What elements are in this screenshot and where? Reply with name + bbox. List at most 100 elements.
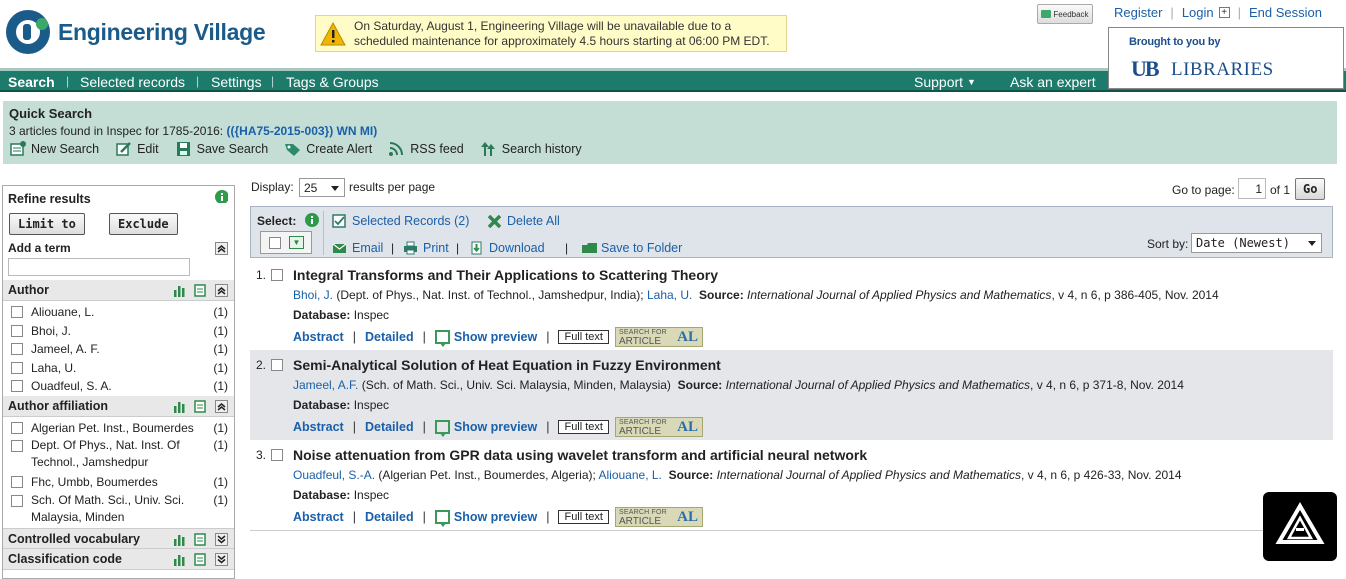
affiliation-facet-item[interactable]: Sch. Of Math. Sci., Univ. Sci. Malaysia, … xyxy=(3,492,234,528)
result-title[interactable]: Semi-Analytical Solution of Heat Equatio… xyxy=(293,357,721,373)
detailed-link[interactable]: Detailed xyxy=(365,330,414,344)
abstract-link[interactable]: Abstract xyxy=(293,330,344,344)
info-icon[interactable] xyxy=(305,213,319,227)
select-all-dropdown[interactable]: ▼ xyxy=(260,231,312,254)
result-checkbox[interactable] xyxy=(271,359,283,371)
feedback-button[interactable]: Feedback xyxy=(1037,4,1093,24)
facet-checkbox[interactable] xyxy=(11,494,23,507)
author-link[interactable]: Bhoi, J. xyxy=(293,288,333,302)
add-term-input[interactable] xyxy=(8,258,190,276)
export-icon[interactable] xyxy=(194,552,207,566)
email-link[interactable]: Email xyxy=(332,241,383,255)
full-text-button[interactable]: Full text xyxy=(558,510,609,524)
facet-checkbox[interactable] xyxy=(11,324,23,337)
facet-checkbox[interactable] xyxy=(11,306,23,318)
export-icon[interactable] xyxy=(194,399,207,413)
export-icon[interactable] xyxy=(194,532,207,546)
detailed-link[interactable]: Detailed xyxy=(365,510,414,524)
chevron-down-icon[interactable]: ▼ xyxy=(289,236,304,249)
new-search-button[interactable]: New Search xyxy=(9,141,99,157)
author-facet-item[interactable]: Jameel, A. F. (1) xyxy=(3,340,234,359)
collapse-icon[interactable] xyxy=(215,242,228,255)
search-history-button[interactable]: Search history xyxy=(480,141,582,157)
login-expand-icon[interactable]: + xyxy=(1218,7,1230,18)
logo[interactable]: Engineering Village xyxy=(6,10,266,54)
show-preview-link[interactable]: Show preview xyxy=(454,510,537,524)
bar-chart-icon[interactable] xyxy=(173,284,186,297)
expand-icon[interactable] xyxy=(215,532,228,546)
full-text-button[interactable]: Full text xyxy=(558,330,609,344)
result-title[interactable]: Noise attenuation from GPR data using wa… xyxy=(293,447,867,463)
page-number-input[interactable]: 1 xyxy=(1238,178,1266,199)
affiliation-facet-item[interactable]: Fhc, Umbb, Boumerdes (1) xyxy=(3,473,234,492)
select-all-checkbox[interactable] xyxy=(269,237,281,249)
author-facet-item[interactable]: Bhoi, J. (1) xyxy=(3,322,234,341)
author-link[interactable]: Laha, U. xyxy=(647,288,692,302)
login-link[interactable]: Login xyxy=(1182,5,1214,20)
institution-branding[interactable]: Brought to you by UB LIBRARIES xyxy=(1108,27,1344,89)
edit-search-button[interactable]: Edit xyxy=(115,141,159,157)
facet-checkbox[interactable] xyxy=(11,421,23,434)
nav-settings[interactable]: Settings xyxy=(211,74,262,90)
show-preview-link[interactable]: Show preview xyxy=(454,420,537,434)
download-link[interactable]: Download xyxy=(469,241,545,255)
collapse-icon[interactable] xyxy=(215,399,228,413)
bar-chart-icon[interactable] xyxy=(173,400,186,413)
limit-to-button[interactable]: Limit to xyxy=(9,213,85,235)
result-citation: Bhoi, J. (Dept. of Phys., Nat. Inst. of … xyxy=(293,288,1219,302)
end-session-link[interactable]: End Session xyxy=(1249,5,1322,20)
abstract-link[interactable]: Abstract xyxy=(293,510,344,524)
create-alert-button[interactable]: Create Alert xyxy=(284,141,372,157)
nav-ask-expert[interactable]: Ask an expert xyxy=(1010,74,1096,90)
search-for-article-button[interactable]: SEARCH FOR ARTICLE AL xyxy=(614,417,703,437)
nav-search[interactable]: Search xyxy=(8,74,55,90)
exclude-button[interactable]: Exclude xyxy=(109,213,178,235)
results-per-page-select[interactable]: 25 xyxy=(299,178,345,197)
author-facet-item[interactable]: Aliouane, L. (1) xyxy=(3,303,234,322)
show-preview-link[interactable]: Show preview xyxy=(454,330,537,344)
bar-chart-icon[interactable] xyxy=(173,553,186,566)
facet-checkbox[interactable] xyxy=(11,343,23,355)
register-link[interactable]: Register xyxy=(1114,5,1162,20)
bar-chart-icon[interactable] xyxy=(173,533,186,546)
author-link[interactable]: Jameel, A.F. xyxy=(293,378,358,392)
controlled-vocabulary-header[interactable]: Controlled vocabulary xyxy=(3,527,234,549)
facet-checkbox[interactable] xyxy=(11,361,23,374)
print-link[interactable]: Print xyxy=(403,241,449,255)
author-facet-item[interactable]: Ouadfeul, S. A. (1) xyxy=(3,377,234,396)
affiliation-facet-item[interactable]: Algerian Pet. Inst., Boumerdes (1) xyxy=(3,419,234,438)
delete-all-link[interactable]: Delete All xyxy=(487,214,560,229)
accessibility-badge[interactable] xyxy=(1263,492,1337,561)
collapse-icon[interactable] xyxy=(215,284,228,297)
nav-support[interactable]: Support ▼ xyxy=(914,74,976,90)
rss-feed-button[interactable]: RSS feed xyxy=(388,141,464,157)
go-button[interactable]: Go xyxy=(1295,178,1326,200)
result-checkbox[interactable] xyxy=(271,269,283,281)
result-checkbox[interactable] xyxy=(271,449,283,461)
search-for-article-button[interactable]: SEARCH FOR ARTICLE AL xyxy=(614,327,703,347)
expand-icon[interactable] xyxy=(215,552,228,566)
facet-checkbox[interactable] xyxy=(11,440,23,452)
facet-checkbox[interactable] xyxy=(11,380,23,392)
author-facet-item[interactable]: Laha, U. (1) xyxy=(3,359,234,378)
save-to-folder-link[interactable]: Save to Folder xyxy=(581,241,682,255)
affiliation-facet-item[interactable]: Dept. Of Phys., Nat. Inst. Of Technol., J… xyxy=(3,437,234,473)
detailed-link[interactable]: Detailed xyxy=(365,420,414,434)
search-query-link[interactable]: (({HA75-2015-003}) WN MI) xyxy=(226,124,377,138)
classification-code-header[interactable]: Classification code xyxy=(3,548,234,570)
export-icon[interactable] xyxy=(194,284,207,297)
author-link[interactable]: Aliouane, L. xyxy=(599,468,662,482)
nav-selected-records[interactable]: Selected records xyxy=(80,74,185,90)
save-search-button[interactable]: Save Search xyxy=(175,141,268,157)
search-for-article-button[interactable]: SEARCH FOR ARTICLE AL xyxy=(614,507,703,527)
info-icon[interactable] xyxy=(215,190,228,203)
full-text-button[interactable]: Full text xyxy=(558,420,609,434)
nav-tags-groups[interactable]: Tags & Groups xyxy=(286,74,379,90)
sort-by-select[interactable]: Date (Newest) xyxy=(1191,233,1322,253)
abstract-link[interactable]: Abstract xyxy=(293,420,344,434)
author-link[interactable]: Ouadfeul, S.-A. xyxy=(293,468,375,482)
result-title[interactable]: Integral Transforms and Their Applicatio… xyxy=(293,267,718,283)
selected-records-link[interactable]: Selected Records (2) xyxy=(332,214,469,228)
sort-by-label: Sort by: xyxy=(1147,237,1189,251)
facet-checkbox[interactable] xyxy=(11,476,23,488)
